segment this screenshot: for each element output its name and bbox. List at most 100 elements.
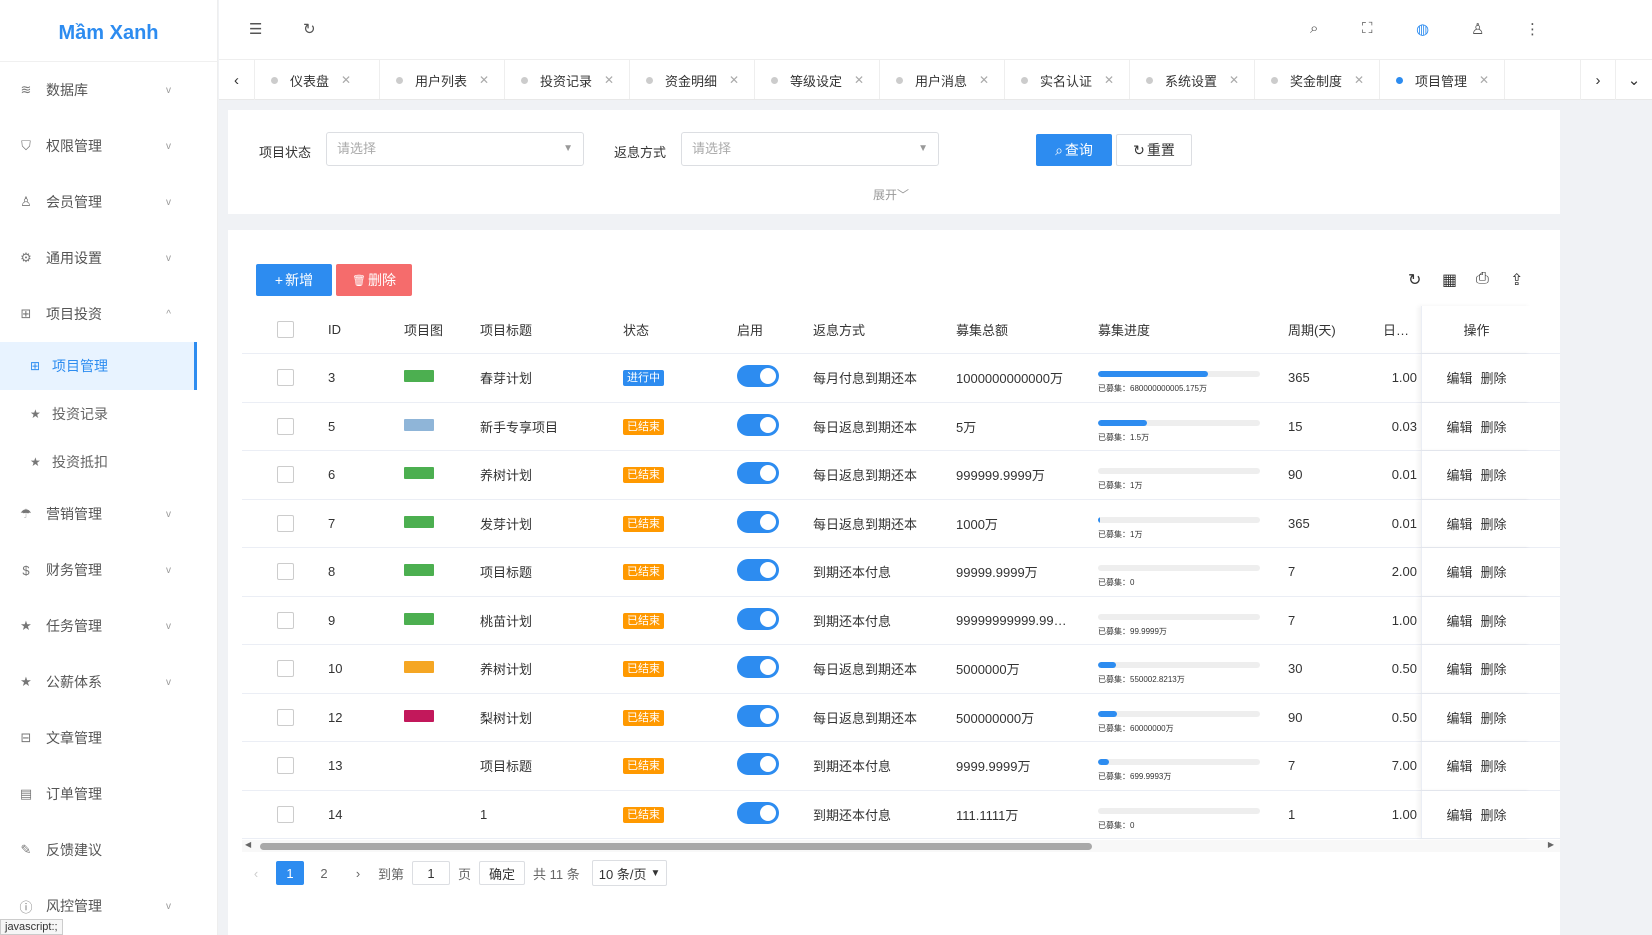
- delete-row-button[interactable]: 删除: [1481, 805, 1507, 824]
- horizontal-scrollbar[interactable]: ◀ ▶: [242, 840, 1560, 852]
- header-id[interactable]: ID: [328, 322, 404, 337]
- project-thumbnail[interactable]: [404, 612, 434, 625]
- enable-toggle[interactable]: [737, 462, 779, 485]
- delete-row-button[interactable]: 删除: [1481, 368, 1507, 387]
- sidebar-item[interactable]: ⊞ 项目投资 ^: [0, 286, 217, 342]
- prev-page-button[interactable]: ‹: [242, 861, 270, 885]
- enable-toggle[interactable]: [737, 413, 779, 436]
- scroll-right-icon[interactable]: ▶: [1548, 840, 1554, 849]
- project-thumbnail[interactable]: [404, 418, 434, 431]
- edit-button[interactable]: 编辑: [1446, 805, 1472, 824]
- close-icon[interactable]: ✕: [1104, 73, 1114, 87]
- export-icon[interactable]: ⇪: [1510, 270, 1523, 290]
- project-thumbnail[interactable]: [404, 515, 434, 528]
- project-thumbnail[interactable]: [404, 661, 434, 674]
- tab[interactable]: 用户消息 ✕: [880, 60, 1005, 99]
- enable-toggle[interactable]: [737, 365, 779, 388]
- goto-confirm-button[interactable]: 确定: [479, 861, 526, 885]
- query-button[interactable]: ⌕ 查询: [1036, 134, 1112, 166]
- sidebar-item[interactable]: ★ 任务管理 v: [0, 598, 217, 654]
- reset-button[interactable]: ↻ 重置: [1116, 134, 1192, 166]
- tab[interactable]: 仪表盘 ✕: [255, 60, 380, 99]
- status-filter-select[interactable]: 请选择 ▼: [326, 132, 584, 166]
- close-icon[interactable]: ✕: [1229, 73, 1239, 87]
- delete-row-button[interactable]: 删除: [1481, 756, 1507, 775]
- menu-fold-icon[interactable]: ☰: [249, 20, 262, 38]
- row-checkbox[interactable]: [276, 805, 294, 823]
- next-page-button[interactable]: ›: [344, 861, 372, 885]
- row-checkbox[interactable]: [276, 514, 294, 532]
- delete-row-button[interactable]: 删除: [1481, 417, 1507, 436]
- close-icon[interactable]: ✕: [854, 73, 864, 87]
- mode-filter-select[interactable]: 请选择 ▼: [681, 132, 939, 166]
- sidebar-item[interactable]: ☂ 营销管理 v: [0, 486, 217, 542]
- expand-toggle[interactable]: 展开﹀: [873, 186, 909, 203]
- delete-row-button[interactable]: 删除: [1481, 465, 1507, 484]
- tab[interactable]: 投资记录 ✕: [505, 60, 630, 99]
- delete-row-button[interactable]: 删除: [1481, 562, 1507, 581]
- close-icon[interactable]: ✕: [479, 73, 489, 87]
- refresh-icon[interactable]: ↻: [303, 20, 316, 38]
- enable-toggle[interactable]: [737, 656, 779, 679]
- row-checkbox[interactable]: [276, 611, 294, 629]
- sidebar-item[interactable]: ⛉ 权限管理 v: [0, 118, 217, 174]
- goto-page-input[interactable]: 1: [412, 861, 451, 885]
- sidebar-subitem[interactable]: ★ 投资抵扣: [0, 438, 217, 486]
- close-icon[interactable]: ✕: [341, 73, 351, 87]
- project-thumbnail[interactable]: [404, 370, 434, 383]
- close-icon[interactable]: ✕: [1479, 73, 1489, 87]
- tabs-dropdown-button[interactable]: ⌄: [1616, 60, 1652, 100]
- edit-button[interactable]: 编辑: [1446, 562, 1472, 581]
- delete-row-button[interactable]: 删除: [1481, 708, 1507, 727]
- tab[interactable]: 资金明细 ✕: [630, 60, 755, 99]
- print-icon[interactable]: ⎙: [1476, 270, 1489, 288]
- edit-button[interactable]: 编辑: [1446, 659, 1472, 678]
- sidebar-item[interactable]: ⊟ 文章管理: [0, 710, 217, 766]
- sidebar-item[interactable]: ✎ 反馈建议: [0, 822, 217, 878]
- delete-row-button[interactable]: 删除: [1481, 659, 1507, 678]
- tab[interactable]: 等级设定 ✕: [755, 60, 880, 99]
- row-checkbox[interactable]: [276, 660, 294, 678]
- row-checkbox[interactable]: [276, 757, 294, 775]
- sidebar-item[interactable]: $ 财务管理 v: [0, 542, 217, 598]
- search-icon[interactable]: ⌕: [1310, 20, 1318, 37]
- edit-button[interactable]: 编辑: [1446, 756, 1472, 775]
- sidebar-subitem[interactable]: ★ 投资记录: [0, 390, 217, 438]
- edit-button[interactable]: 编辑: [1446, 465, 1472, 484]
- tabs-scroll-left-button[interactable]: ‹: [219, 60, 255, 100]
- close-icon[interactable]: ✕: [604, 73, 614, 87]
- tab[interactable]: 用户列表 ✕: [380, 60, 505, 99]
- row-checkbox[interactable]: [276, 369, 294, 387]
- columns-icon[interactable]: ▦: [1442, 270, 1457, 290]
- sidebar-item[interactable]: ♙ 会员管理 v: [0, 174, 217, 230]
- add-button[interactable]: + 新增: [256, 264, 332, 296]
- scrollbar-thumb[interactable]: [260, 843, 1092, 850]
- edit-button[interactable]: 编辑: [1446, 417, 1472, 436]
- sidebar-item[interactable]: ⚙ 通用设置 v: [0, 230, 217, 286]
- fullscreen-icon[interactable]: ⛶: [1362, 20, 1373, 37]
- enable-toggle[interactable]: [737, 704, 779, 727]
- close-icon[interactable]: ✕: [1354, 73, 1364, 87]
- select-all-checkbox[interactable]: [276, 321, 294, 338]
- sidebar-item[interactable]: ▤ 订单管理: [0, 766, 217, 822]
- sidebar-item[interactable]: ★ 公薪体系 v: [0, 654, 217, 710]
- refresh-icon[interactable]: ↻: [1408, 270, 1421, 290]
- project-thumbnail[interactable]: [404, 709, 434, 722]
- close-icon[interactable]: ✕: [979, 73, 989, 87]
- scroll-left-icon[interactable]: ◀: [245, 840, 251, 849]
- enable-toggle[interactable]: [737, 801, 779, 824]
- enable-toggle[interactable]: [737, 607, 779, 630]
- tab[interactable]: 系统设置 ✕: [1130, 60, 1255, 99]
- row-checkbox[interactable]: [276, 708, 294, 726]
- delete-row-button[interactable]: 删除: [1481, 514, 1507, 533]
- enable-toggle[interactable]: [737, 510, 779, 533]
- row-checkbox[interactable]: [276, 466, 294, 484]
- more-icon[interactable]: ⋮: [1525, 20, 1540, 38]
- sidebar-item[interactable]: ≋ 数据库 v: [0, 62, 217, 118]
- delete-button[interactable]: 🗑 删除: [336, 264, 412, 296]
- row-checkbox[interactable]: [276, 417, 294, 435]
- tab[interactable]: 奖金制度 ✕: [1255, 60, 1380, 99]
- page-size-select[interactable]: 10 条/页 ▼: [591, 860, 668, 886]
- tabs-scroll-right-button[interactable]: ›: [1580, 60, 1616, 100]
- row-checkbox[interactable]: [276, 563, 294, 581]
